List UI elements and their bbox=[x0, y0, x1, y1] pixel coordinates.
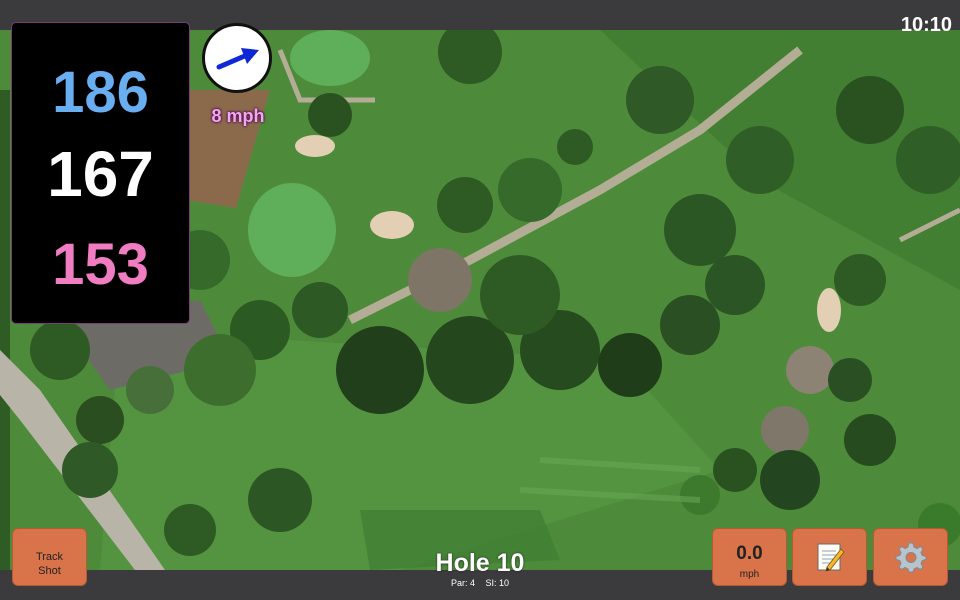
notepad-icon bbox=[817, 543, 845, 572]
distance-panel: 186 167 153 bbox=[11, 22, 190, 324]
front-of-green-distance: 153 bbox=[52, 232, 149, 297]
speed-button[interactable]: 0.0 mph bbox=[712, 528, 787, 586]
hole-title: Hole 10 bbox=[435, 549, 525, 577]
hole-stroke-index: SI: 10 bbox=[485, 578, 510, 588]
wind-speed-label: 8 mph bbox=[211, 106, 265, 126]
back-of-green-distance: 186 bbox=[52, 60, 149, 125]
track-shot-label: Track Shot bbox=[35, 551, 64, 577]
center-of-green-distance: 167 bbox=[47, 138, 154, 210]
gear-icon bbox=[895, 542, 926, 572]
wind-indicator[interactable] bbox=[202, 23, 272, 93]
hole-info: Par: 4 SI: 10 bbox=[380, 578, 580, 588]
arrow-icon bbox=[216, 48, 259, 70]
hole-par: Par: 4 bbox=[450, 578, 475, 588]
track-shot-button[interactable]: Track Shot bbox=[12, 528, 87, 586]
speed-value: 0.0 bbox=[736, 543, 763, 564]
speed-unit: mph bbox=[739, 569, 760, 580]
settings-button[interactable] bbox=[873, 528, 948, 586]
notes-button[interactable] bbox=[792, 528, 867, 586]
clock: 10:10 bbox=[900, 14, 952, 36]
